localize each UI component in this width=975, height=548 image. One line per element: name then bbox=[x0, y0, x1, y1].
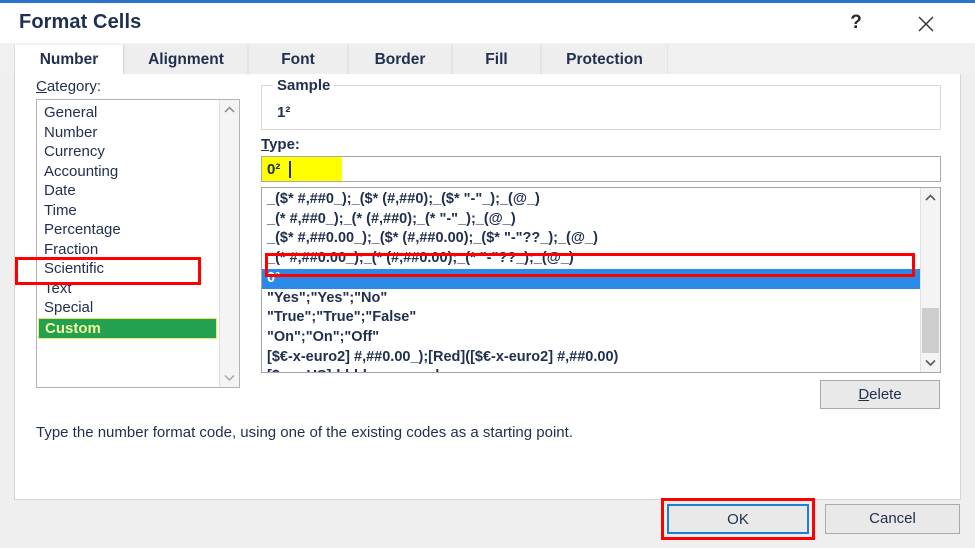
scroll-down-icon[interactable] bbox=[921, 353, 940, 372]
type-list: _($* #,##0_);_($* (#,##0);_($* "-"_);_(@… bbox=[262, 188, 920, 372]
category-item-time[interactable]: Time bbox=[37, 201, 220, 221]
category-scrollbar[interactable] bbox=[219, 100, 239, 387]
category-item-date[interactable]: Date bbox=[37, 181, 220, 201]
format-cells-dialog: Format Cells ? Number Alignment Font Bor… bbox=[0, 0, 975, 548]
delete-button-label: elete bbox=[869, 386, 902, 403]
ok-button[interactable]: OK bbox=[667, 504, 809, 534]
tab-protection[interactable]: Protection bbox=[541, 45, 668, 75]
category-item-general[interactable]: General bbox=[37, 103, 220, 123]
scrollbar-thumb[interactable] bbox=[922, 308, 939, 353]
category-item-number[interactable]: Number bbox=[37, 123, 220, 143]
sample-label: Sample bbox=[273, 77, 335, 94]
help-icon[interactable]: ? bbox=[838, 7, 874, 39]
type-list-item[interactable]: _(* #,##0.00_);_(* (#,##0.00);_(* "-"??_… bbox=[262, 249, 920, 269]
scroll-up-icon[interactable] bbox=[220, 100, 239, 119]
type-list-item[interactable]: "True";"True";"False" bbox=[262, 308, 920, 328]
tab-alignment[interactable]: Alignment bbox=[124, 45, 248, 75]
sample-value: 1² bbox=[277, 104, 291, 121]
type-input[interactable]: 0² bbox=[261, 156, 941, 182]
scroll-down-icon[interactable] bbox=[220, 368, 239, 387]
category-listbox[interactable]: General Number Currency Accounting Date … bbox=[36, 99, 240, 388]
type-list-item[interactable]: "Yes";"Yes";"No" bbox=[262, 289, 920, 309]
text-caret bbox=[289, 161, 291, 178]
tab-strip: Number Alignment Font Border Fill Protec… bbox=[0, 43, 975, 75]
type-label: Type: bbox=[261, 136, 300, 153]
category-item-special[interactable]: Special bbox=[37, 298, 220, 318]
cancel-button[interactable]: Cancel bbox=[825, 504, 960, 534]
category-item-fraction[interactable]: Fraction bbox=[37, 240, 220, 260]
type-label-text: ype: bbox=[269, 136, 300, 153]
type-list-item[interactable]: [$-en-US]dddd, mmmm d, yyyy bbox=[262, 367, 920, 372]
dialog-body: Category: General Number Currency Accoun… bbox=[14, 74, 961, 500]
category-item-currency[interactable]: Currency bbox=[37, 142, 220, 162]
category-item-custom[interactable]: Custom bbox=[38, 317, 217, 339]
category-list: General Number Currency Accounting Date … bbox=[37, 100, 220, 339]
type-input-value: 0² bbox=[267, 161, 281, 178]
tab-number[interactable]: Number bbox=[14, 45, 124, 75]
type-list-item-selected[interactable]: 0² bbox=[262, 268, 920, 289]
tab-fill[interactable]: Fill bbox=[452, 45, 541, 75]
type-list-item[interactable]: _(* #,##0_);_(* (#,##0);_(* "-"_);_(@_) bbox=[262, 210, 920, 230]
type-list-item[interactable]: _($* #,##0.00_);_($* (#,##0.00);_($* "-"… bbox=[262, 229, 920, 249]
category-item-percentage[interactable]: Percentage bbox=[37, 220, 220, 240]
dialog-title: Format Cells bbox=[19, 11, 142, 33]
type-scrollbar[interactable] bbox=[920, 188, 940, 372]
category-item-accounting[interactable]: Accounting bbox=[37, 162, 220, 182]
dialog-titlebar: Format Cells ? bbox=[0, 3, 975, 43]
tab-border[interactable]: Border bbox=[348, 45, 452, 75]
category-item-scientific[interactable]: Scientific bbox=[37, 259, 220, 279]
tab-font[interactable]: Font bbox=[248, 45, 348, 75]
scroll-up-icon[interactable] bbox=[921, 188, 940, 207]
type-list-item[interactable]: "On";"On";"Off" bbox=[262, 328, 920, 348]
category-label: Category: bbox=[36, 78, 102, 95]
category-label-text: ategory: bbox=[46, 78, 102, 95]
close-icon[interactable] bbox=[904, 7, 948, 39]
type-list-item[interactable]: _($* #,##0_);_($* (#,##0);_($* "-"_);_(@… bbox=[262, 190, 920, 210]
delete-button[interactable]: Delete bbox=[820, 380, 940, 409]
type-list-item[interactable]: [$€-x-euro2] #,##0.00_);[Red]([$€-x-euro… bbox=[262, 348, 920, 368]
type-listbox[interactable]: _($* #,##0_);_($* (#,##0);_($* "-"_);_(@… bbox=[261, 187, 941, 373]
category-item-text[interactable]: Text bbox=[37, 279, 220, 299]
sample-groupbox bbox=[261, 85, 941, 130]
hint-text: Type the number format code, using one o… bbox=[36, 424, 573, 441]
